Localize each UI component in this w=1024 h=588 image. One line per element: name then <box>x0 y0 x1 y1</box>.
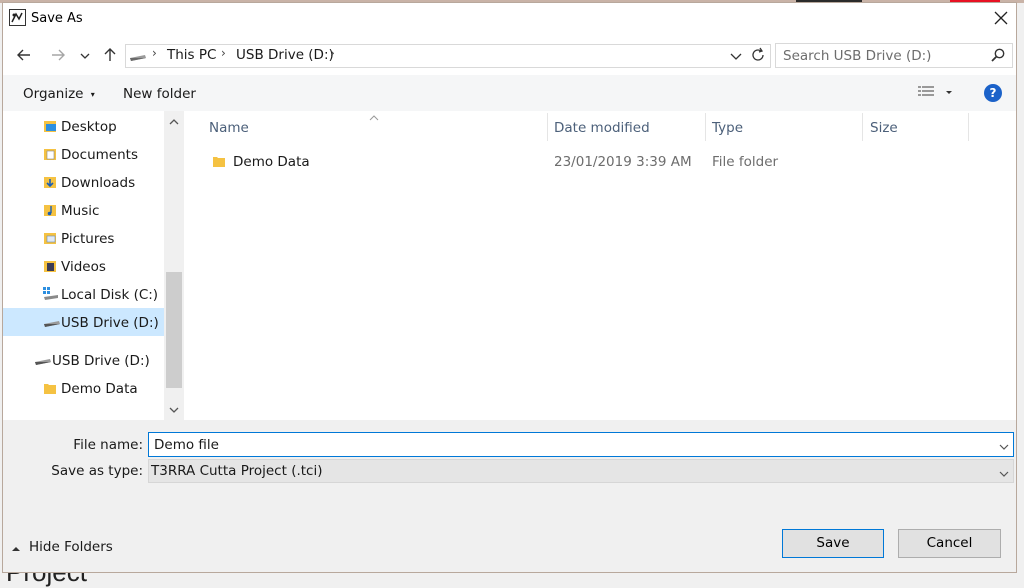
new-folder-button[interactable]: New folder <box>123 86 196 102</box>
nav-item-label: Music <box>61 203 100 219</box>
organize-label: Organize <box>23 86 84 102</box>
row-name: Demo Data <box>233 154 310 170</box>
save-button[interactable]: Save <box>782 529 884 558</box>
view-options-icon[interactable] <box>918 85 954 103</box>
chevron-up-icon <box>11 542 21 557</box>
hide-folders-label: Hide Folders <box>29 539 113 555</box>
save-as-type-value: T3RRA Cutta Project (.tci) <box>151 463 323 479</box>
desktop-folder-icon <box>43 119 57 133</box>
nav-item-label: Pictures <box>61 231 115 247</box>
scroll-up-icon[interactable] <box>168 116 180 131</box>
column-divider[interactable] <box>968 113 969 141</box>
videos-folder-icon <box>43 259 57 273</box>
cancel-button[interactable]: Cancel <box>898 529 1001 558</box>
file-name-dropdown-icon[interactable] <box>999 440 1009 455</box>
nav-item-local-disk[interactable]: Local Disk (C:) <box>3 280 164 308</box>
music-folder-icon <box>43 203 57 217</box>
nav-item-downloads[interactable]: Downloads <box>3 168 164 196</box>
nav-item-videos[interactable]: Videos <box>3 252 164 280</box>
breadcrumb-usb-drive[interactable]: USB Drive (D:) <box>236 47 334 63</box>
local-disk-icon <box>43 287 58 301</box>
back-arrow-icon[interactable] <box>12 43 36 67</box>
search-icon[interactable] <box>991 48 1005 66</box>
nav-item-label: Demo Data <box>61 381 138 397</box>
column-header-size[interactable]: Size <box>870 120 898 136</box>
organize-dropdown-icon: ▾ <box>90 89 95 99</box>
breadcrumb-separator-icon[interactable]: › <box>221 46 226 60</box>
file-name-label: File name: <box>73 437 143 453</box>
help-icon[interactable]: ? <box>984 84 1002 102</box>
breadcrumb-separator-icon[interactable]: › <box>330 46 335 60</box>
nav-item-label: Desktop <box>61 119 117 135</box>
nav-item-usb-drive[interactable]: USB Drive (D:) <box>3 346 164 374</box>
nav-item-label: Documents <box>61 147 138 163</box>
save-as-type-select[interactable]: T3RRA Cutta Project (.tci) <box>148 459 1014 483</box>
usb-drive-icon <box>34 353 51 367</box>
search-placeholder: Search USB Drive (D:) <box>783 48 932 64</box>
column-divider[interactable] <box>547 113 548 141</box>
column-header-type[interactable]: Type <box>712 120 743 136</box>
breadcrumb-separator-icon[interactable]: › <box>152 46 157 60</box>
recent-locations-chevron-icon[interactable] <box>75 43 95 67</box>
nav-item-label: Local Disk (C:) <box>61 287 159 303</box>
nav-item-label: Videos <box>61 259 106 275</box>
breadcrumb-this-pc[interactable]: This PC <box>167 47 216 63</box>
downloads-folder-icon <box>43 175 57 189</box>
row-type: File folder <box>712 154 779 170</box>
column-header-date-modified[interactable]: Date modified <box>554 120 650 136</box>
save-as-type-label: Save as type: <box>51 463 143 479</box>
file-name-value: Demo file <box>154 437 219 453</box>
scrollbar-thumb[interactable] <box>166 272 182 388</box>
table-row[interactable]: Demo Data 23/01/2019 3:39 AM File folder <box>186 148 1016 176</box>
title-bar <box>3 3 1016 35</box>
row-date-modified: 23/01/2019 3:39 AM <box>554 154 692 170</box>
scroll-down-icon[interactable] <box>168 404 180 419</box>
nav-item-music[interactable]: Music <box>3 196 164 224</box>
nav-item-label: Downloads <box>61 175 136 191</box>
refresh-icon[interactable] <box>750 47 766 67</box>
folder-icon <box>43 381 57 395</box>
column-divider[interactable] <box>705 113 706 141</box>
up-arrow-icon[interactable] <box>98 43 122 67</box>
close-icon[interactable] <box>986 4 1016 32</box>
nav-item-label: USB Drive (D:) <box>52 353 150 369</box>
pictures-folder-icon <box>43 231 57 245</box>
save-as-type-dropdown-icon[interactable] <box>999 467 1009 482</box>
window-title: Save As <box>31 11 83 26</box>
documents-folder-icon <box>43 147 57 161</box>
nav-item-usb-drive-selected[interactable]: USB Drive (D:) <box>3 308 164 336</box>
address-dropdown-icon[interactable] <box>730 50 742 65</box>
forward-arrow-icon[interactable] <box>46 43 70 67</box>
sort-ascending-icon <box>369 110 379 125</box>
drive-icon <box>129 50 147 66</box>
nav-item-desktop[interactable]: Desktop <box>3 112 164 140</box>
column-divider[interactable] <box>862 113 863 141</box>
usb-drive-icon <box>43 315 60 329</box>
organize-button[interactable]: Organize ▾ <box>23 86 95 102</box>
app-icon <box>9 9 26 26</box>
file-name-field[interactable]: Demo file <box>148 432 1014 457</box>
nav-item-documents[interactable]: Documents <box>3 140 164 168</box>
nav-item-label: USB Drive (D:) <box>61 315 159 331</box>
nav-item-demo-data[interactable]: Demo Data <box>3 374 164 402</box>
folder-icon <box>212 154 226 172</box>
search-input[interactable]: Search USB Drive (D:) <box>775 43 1013 68</box>
column-header-name[interactable]: Name <box>209 120 249 136</box>
nav-item-pictures[interactable]: Pictures <box>3 224 164 252</box>
